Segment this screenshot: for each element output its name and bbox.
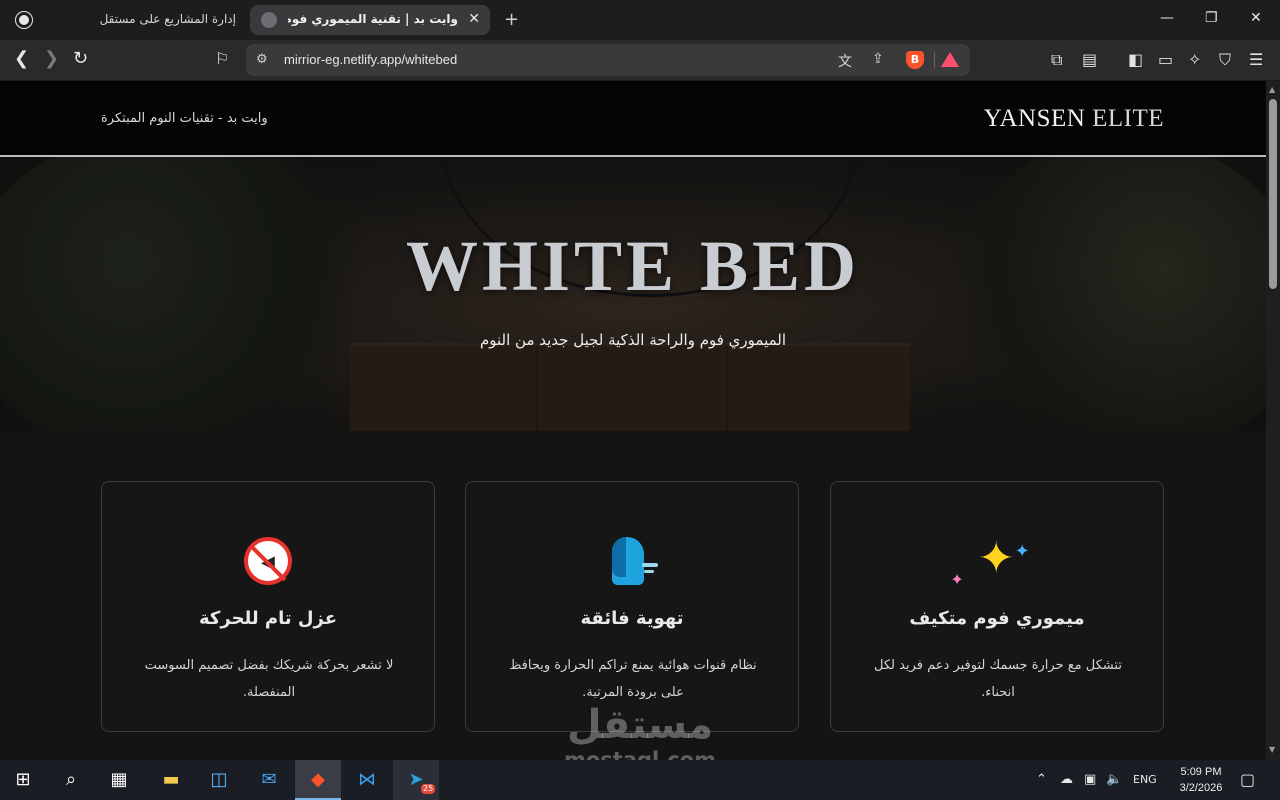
watermark-latin: mostaql.com	[564, 748, 716, 760]
vpn-shield-icon[interactable]: ⛉	[1219, 50, 1231, 70]
feature-text: تتشكل مع حرارة جسمك لتوفير دعم فريد لكل …	[874, 658, 1122, 700]
clock[interactable]: 5:09 PM 3/2/2026	[1172, 764, 1230, 796]
feature-title: تهوية فائقة	[580, 608, 684, 629]
url-text[interactable]: mirrior-eg.netlify.app/whitebed	[284, 52, 457, 67]
hero-subtitle: الميموري فوم والراحة الذكية لجيل جديد من…	[479, 331, 787, 349]
hero-title: WHITE BED	[405, 226, 861, 306]
close-window-icon[interactable]: ✕	[1250, 10, 1262, 26]
watermark-arabic: مستقل	[566, 702, 714, 748]
feature-text: لا تشعر بحركة شريكك بفضل تصميم السوست ال…	[144, 658, 394, 700]
network-icon[interactable]: ▣	[1084, 772, 1096, 787]
menu-icon[interactable]: ☰	[1249, 50, 1263, 69]
tab-whitebed[interactable]: وايت بد | تقنية الميموري فوم والراحة ✕	[250, 5, 490, 35]
openai-favicon-icon	[16, 12, 32, 28]
page-scrollbar[interactable]: ▲ ▼	[1266, 81, 1280, 760]
reader-mode-icon[interactable]: ▤	[1082, 50, 1097, 69]
windows-taskbar: ⊞ ⌕ ▦ ▬ ◫ ✉ ◆ ⋈ ➤ 25 ⌃ ☁ ▣ 🔈 ENG 5:09 PM …	[0, 760, 1280, 800]
leo-ai-icon[interactable]: ✧	[1188, 50, 1201, 69]
feature-card-memory-foam: ✦✦✦ ميموري فوم متكيف تتشكل مع حرارة جسمك…	[830, 481, 1164, 732]
tab-title: وايت بد | تقنية الميموري فوم والراحة	[288, 12, 458, 26]
feature-card-motion-isolation: ◀ عزل تام للحركة لا تشعر بحركة شريكك بفض…	[101, 481, 435, 732]
header-tagline: وايت بد - تقنيات النوم المبتكرة	[101, 111, 268, 126]
mostaql-watermark: مستقل mostaql.com	[560, 703, 720, 760]
brave-shields-icon[interactable]: B	[906, 51, 924, 69]
extensions-icon[interactable]: ⧉	[1051, 50, 1062, 70]
tab-title: إدارة المشاريع على مستقل	[99, 12, 236, 26]
share-icon[interactable]: ⇪	[872, 51, 884, 67]
close-tab-icon[interactable]: ✕	[468, 11, 480, 27]
restore-icon[interactable]: ❐	[1205, 10, 1218, 26]
no-sound-icon: ◀	[102, 532, 434, 586]
vscode-icon[interactable]: ⋈	[344, 760, 390, 800]
feature-card-ventilation: تهوية فائقة نظام قنوات هوائية يمنع تراكم…	[465, 481, 799, 732]
site-info-icon[interactable]: ⚙	[256, 52, 268, 67]
wallet-icon[interactable]: ▭	[1158, 50, 1173, 69]
site-header: YANSEN ELITE وايت بد - تقنيات النوم المب…	[0, 81, 1266, 157]
minimize-icon[interactable]: —	[1160, 10, 1174, 26]
face-exhaling-icon	[466, 532, 798, 586]
onedrive-icon[interactable]: ☁	[1060, 772, 1073, 787]
clock-date: 3/2/2026	[1179, 782, 1223, 794]
brand-sub: ELITE	[1092, 105, 1164, 132]
feature-text: نظام قنوات هوائية يمنع تراكم الحرارة ويح…	[509, 658, 757, 700]
scroll-up-icon[interactable]: ▲	[1269, 85, 1275, 94]
telegram-icon[interactable]: ➤ 25	[393, 760, 439, 800]
hero-section: WHITE BED الميموري فوم والراحة الذكية لج…	[0, 157, 1266, 431]
translate-icon[interactable]: 文	[838, 51, 852, 71]
microsoft-store-icon[interactable]: ◫	[196, 760, 242, 800]
back-icon[interactable]: ❮	[14, 49, 29, 69]
plus-icon[interactable]: +	[504, 9, 519, 30]
tab-mostaql-projects[interactable]: إدارة المشاريع على مستقل	[8, 5, 244, 35]
windows-start-icon[interactable]: ⊞	[0, 760, 46, 800]
sidebar-icon[interactable]: ◧	[1128, 50, 1143, 69]
feature-title: ميموري فوم متكيف	[909, 608, 1085, 629]
scroll-down-icon[interactable]: ▼	[1269, 745, 1275, 754]
forward-icon[interactable]: ❯	[44, 49, 59, 69]
browser-tab-strip: إدارة المشاريع على مستقل وايت بد | تقنية…	[0, 0, 1280, 40]
feature-title: عزل تام للحركة	[198, 608, 337, 629]
sparkles-icon: ✦✦✦	[950, 533, 1030, 589]
brave-rewards-icon[interactable]	[941, 52, 959, 67]
language-indicator[interactable]: ENG	[1133, 773, 1157, 786]
page-viewport: YANSEN ELITE وايت بد - تقنيات النوم المب…	[0, 81, 1266, 760]
browser-toolbar: ❮ ❯ ↻ ⚐ ⚙ mirrior-eg.netlify.app/whitebe…	[0, 40, 1280, 81]
mail-icon[interactable]: ✉	[246, 760, 292, 800]
volume-icon[interactable]: 🔈	[1106, 772, 1122, 787]
brand-main: YANSEN	[983, 105, 1086, 132]
notifications-icon[interactable]: ▢	[1240, 770, 1255, 789]
address-bar[interactable]: ⚙ mirrior-eg.netlify.app/whitebed 文 ⇪ B	[246, 44, 970, 76]
brave-browser-icon[interactable]: ◆	[295, 760, 341, 800]
search-icon[interactable]: ⌕	[48, 760, 94, 800]
scroll-thumb[interactable]	[1269, 99, 1277, 289]
divider	[934, 52, 935, 68]
tray-chevron-icon[interactable]: ⌃	[1036, 772, 1047, 787]
telegram-badge: 25	[421, 784, 436, 794]
clock-time: 5:09 PM	[1180, 766, 1222, 778]
features-section: ✦✦✦ ميموري فوم متكيف تتشكل مع حرارة جسمك…	[0, 481, 1266, 733]
file-explorer-icon[interactable]: ▬	[148, 760, 194, 800]
globe-favicon-icon	[261, 12, 277, 28]
reload-icon[interactable]: ↻	[73, 49, 88, 69]
task-view-icon[interactable]: ▦	[96, 760, 142, 800]
brand-logo[interactable]: YANSEN ELITE	[984, 105, 1164, 133]
bookmark-icon[interactable]: ⚐	[215, 49, 229, 69]
